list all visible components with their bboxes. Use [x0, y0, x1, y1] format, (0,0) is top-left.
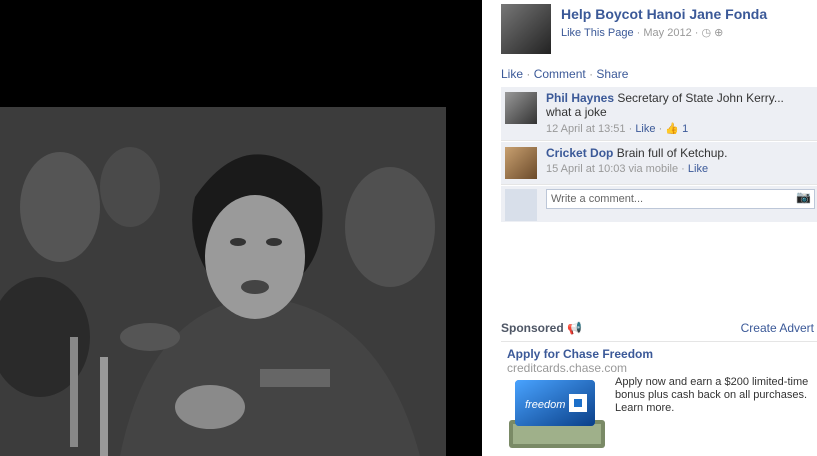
divider [501, 341, 817, 342]
globe-icon: ⊕ [714, 27, 724, 39]
camera-icon[interactable]: 📷 [796, 190, 811, 204]
like-link[interactable]: Like [501, 67, 523, 81]
comments-list: Phil Haynes Secretary of State John Kerr… [501, 87, 817, 222]
commenter-name[interactable]: Phil Haynes [546, 91, 614, 105]
comment-like-count[interactable]: 1 [682, 123, 688, 135]
comment-text: Brain full of Ketchup. [616, 146, 728, 160]
user-avatar-placeholder [505, 189, 537, 221]
share-link[interactable]: Share [596, 67, 628, 81]
comment-item: Cricket Dop Brain full of Ketchup. 15 Ap… [501, 142, 817, 185]
photo-illustration [0, 107, 446, 456]
post-photo[interactable] [0, 107, 446, 456]
comment-time[interactable]: 15 April at 10:03 via mobile [546, 163, 678, 175]
page-name-link[interactable]: Help Boycot Hanoi Jane Fonda [561, 6, 767, 22]
sponsored-label: Sponsored 📢 [501, 321, 582, 335]
post-meta: Like This Page · May 2012 · ◷ ⊕ [561, 27, 724, 39]
megaphone-icon: 📢 [567, 321, 582, 335]
post-actions: Like · Comment · Share [501, 67, 629, 81]
ad-description[interactable]: Apply now and earn a $200 limited-time b… [615, 376, 815, 415]
comment-meta: 15 April at 10:03 via mobile · Like [546, 163, 709, 175]
thumbs-up-icon[interactable]: 👍 [665, 123, 679, 135]
comment-meta: 12 April at 13:51 · Like · 👍 1 [546, 123, 689, 135]
post-date[interactable]: May 2012 [643, 27, 691, 39]
comment-input[interactable]: Write a comment... [546, 189, 815, 209]
ad-title-link[interactable]: Apply for Chase Freedom [507, 347, 653, 361]
ad-url: creditcards.chase.com [507, 361, 628, 375]
svg-text:freedom: freedom [525, 399, 565, 411]
clock-icon: ◷ [701, 27, 712, 39]
write-comment-row: Write a comment... 📷 [501, 186, 817, 222]
commenter-avatar[interactable] [505, 147, 537, 179]
photo-viewer [0, 0, 482, 456]
comment-item: Phil Haynes Secretary of State John Kerr… [501, 87, 817, 141]
post-sidebar: Help Boycot Hanoi Jane Fonda Like This P… [482, 0, 817, 456]
comment-time[interactable]: 12 April at 13:51 [546, 123, 626, 135]
create-advert-link[interactable]: Create Advert [741, 321, 814, 335]
ad-image[interactable]: freedom [507, 378, 607, 450]
page-avatar[interactable] [501, 4, 551, 54]
comment-like-link[interactable]: Like [688, 163, 708, 175]
commenter-avatar[interactable] [505, 92, 537, 124]
comment-link[interactable]: Comment [534, 67, 586, 81]
post-header: Help Boycot Hanoi Jane Fonda Like This P… [501, 4, 801, 54]
commenter-name[interactable]: Cricket Dop [546, 146, 613, 160]
like-page-link[interactable]: Like This Page [561, 27, 634, 39]
comment-like-link[interactable]: Like [635, 123, 655, 135]
